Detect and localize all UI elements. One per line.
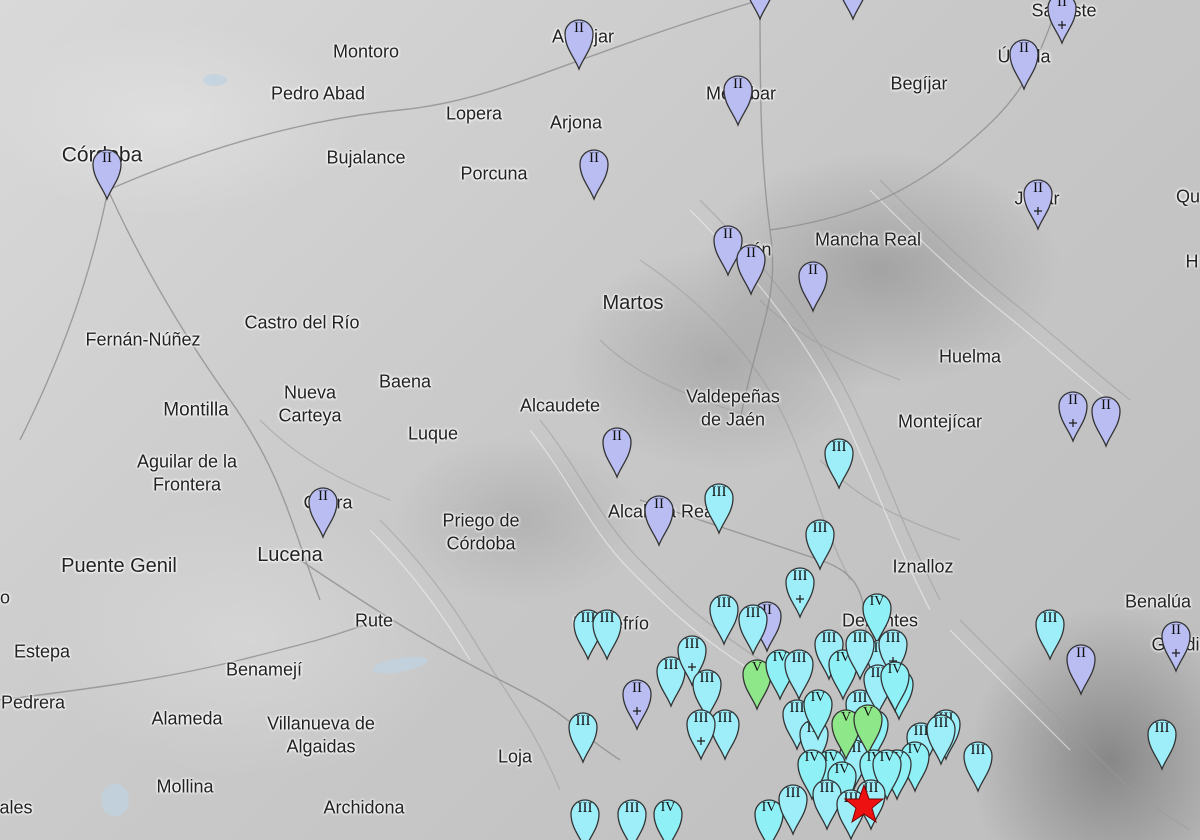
intensity-marker-II-map-pin-icon[interactable]: II xyxy=(1045,0,1079,45)
intensity-marker-II-map-pin-icon[interactable]: II xyxy=(1089,391,1123,448)
intensity-marker-IV-map-pin-icon[interactable]: IV xyxy=(878,656,912,713)
intensity-marker-II-map-pin-icon[interactable]: II xyxy=(796,256,830,313)
intensity-marker-II-map-pin-icon[interactable]: II xyxy=(642,490,676,547)
intensity-marker-III-map-pin-icon[interactable]: III xyxy=(615,794,649,840)
intensity-marker-II-map-pin-icon[interactable]: II xyxy=(1159,616,1193,673)
intensity-marker-III-map-pin-icon[interactable]: III xyxy=(590,604,624,661)
intensity-marker-II-map-pin-icon[interactable]: II xyxy=(721,70,755,127)
intensity-marker-II-map-pin-icon[interactable]: II xyxy=(1064,639,1098,696)
intensity-marker-III-map-pin-icon[interactable]: III xyxy=(961,736,995,793)
intensity-marker-II-map-pin-icon[interactable]: II xyxy=(836,0,870,21)
intensity-marker-IV-map-pin-icon[interactable]: IV xyxy=(651,794,685,840)
epicenter-star-icon[interactable] xyxy=(843,783,885,825)
intensity-marker-II-map-pin-icon[interactable]: II xyxy=(734,239,768,296)
intensity-marker-III-map-pin-icon[interactable]: III xyxy=(1033,604,1067,661)
intensity-marker-III-map-pin-icon[interactable]: III xyxy=(822,433,856,490)
intensity-marker-II-map-pin-icon[interactable]: II xyxy=(1056,386,1090,443)
intensity-marker-III-map-pin-icon[interactable]: III xyxy=(924,709,958,766)
intensity-marker-II-map-pin-icon[interactable]: II xyxy=(743,0,777,21)
intensity-marker-II-map-pin-icon[interactable]: II xyxy=(306,482,340,539)
intensity-marker-II-map-pin-icon[interactable]: II xyxy=(1021,174,1055,231)
intensity-marker-III-map-pin-icon[interactable]: III xyxy=(783,562,817,619)
intensity-marker-III-map-pin-icon[interactable]: III xyxy=(776,779,810,836)
intensity-marker-II-map-pin-icon[interactable]: II xyxy=(620,674,654,731)
intensity-marker-II-map-pin-icon[interactable]: II xyxy=(600,422,634,479)
intensity-marker-II-map-pin-icon[interactable]: II xyxy=(577,144,611,201)
intensity-marker-III-map-pin-icon[interactable]: III xyxy=(568,794,602,840)
intensity-marker-III-map-pin-icon[interactable]: III xyxy=(702,478,736,535)
intensity-marker-III-map-pin-icon[interactable]: III xyxy=(1145,714,1179,771)
terrain-layer xyxy=(0,0,1191,831)
intensity-marker-III-map-pin-icon[interactable]: III xyxy=(566,707,600,764)
intensity-marker-III-map-pin-icon[interactable]: III xyxy=(684,704,718,761)
intensity-marker-II-map-pin-icon[interactable]: II xyxy=(1007,34,1041,91)
map-canvas[interactable]: Córdoba Montoro Pedro Abad Bujalance Lop… xyxy=(0,0,1200,840)
intensity-marker-II-map-pin-icon[interactable]: II xyxy=(562,14,596,71)
intensity-marker-II-map-pin-icon[interactable]: II xyxy=(90,144,124,201)
intensity-marker-III-map-pin-icon[interactable]: III xyxy=(782,644,816,701)
